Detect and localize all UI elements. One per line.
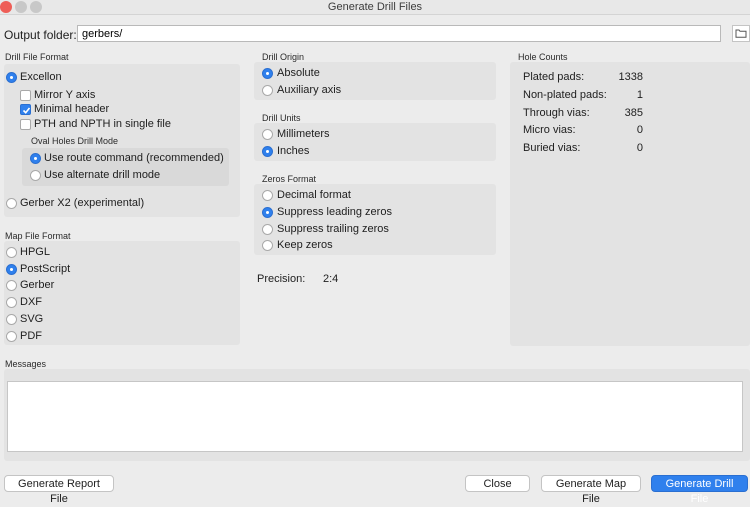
plated-pads-label: Plated pads: bbox=[523, 71, 585, 83]
oval-alt-label: Use alternate drill mode bbox=[44, 169, 161, 181]
non-plated-pads-value: 1 bbox=[636, 89, 643, 101]
zeros-leading-radio[interactable] bbox=[262, 207, 273, 218]
generate-map-button[interactable]: Generate Map File bbox=[541, 475, 641, 505]
micro-vias-label: Micro vias: bbox=[523, 124, 576, 136]
title-bar: Generate Drill Files bbox=[0, 0, 750, 15]
map-pdf-radio[interactable] bbox=[6, 331, 17, 342]
gerber-x2-label: Gerber X2 (experimental) bbox=[20, 197, 145, 209]
map-hpgl-label: HPGL bbox=[20, 246, 50, 258]
zeros-format-label: Zeros Format bbox=[262, 174, 317, 184]
map-file-format-label: Map File Format bbox=[5, 231, 71, 241]
excellon-label: Excellon bbox=[20, 71, 62, 83]
folder-icon bbox=[735, 29, 747, 38]
pth-npth-checkbox[interactable] bbox=[20, 119, 31, 130]
units-inches-radio[interactable] bbox=[262, 146, 273, 157]
zeros-keep-label: Keep zeros bbox=[277, 239, 333, 251]
output-folder-input[interactable] bbox=[77, 25, 721, 42]
zeros-trailing-label: Suppress trailing zeros bbox=[277, 223, 389, 235]
precision-label: Precision: bbox=[257, 273, 306, 285]
units-mm-radio[interactable] bbox=[262, 129, 273, 140]
checkmark-icon bbox=[22, 107, 31, 114]
zeros-keep-radio[interactable] bbox=[262, 240, 273, 251]
gerber-x2-radio[interactable] bbox=[6, 198, 17, 209]
hole-counts-label: Hole Counts bbox=[518, 52, 568, 62]
output-folder-label: Output folder: bbox=[4, 28, 77, 42]
origin-auxiliary-radio[interactable] bbox=[262, 85, 273, 96]
generate-drill-button[interactable]: Generate Drill File bbox=[651, 475, 748, 505]
map-svg-label: SVG bbox=[20, 313, 44, 325]
oval-route-radio[interactable] bbox=[30, 153, 41, 164]
zeros-trailing-radio[interactable] bbox=[262, 224, 273, 235]
micro-vias-value: 0 bbox=[636, 124, 643, 136]
messages-textarea[interactable] bbox=[7, 381, 743, 452]
browse-folder-button[interactable] bbox=[732, 25, 750, 42]
map-hpgl-radio[interactable] bbox=[6, 247, 17, 258]
oval-alt-radio[interactable] bbox=[30, 170, 41, 181]
hole-counts-panel bbox=[510, 62, 750, 346]
non-plated-pads-label: Non-plated pads: bbox=[523, 89, 607, 101]
mirror-y-label: Mirror Y axis bbox=[34, 89, 96, 101]
messages-label: Messages bbox=[5, 359, 47, 369]
oval-route-label: Use route command (recommended) bbox=[44, 152, 224, 164]
buried-vias-value: 0 bbox=[636, 142, 643, 154]
map-pdf-label: PDF bbox=[20, 330, 42, 342]
map-gerber-radio[interactable] bbox=[6, 280, 17, 291]
zeros-leading-label: Suppress leading zeros bbox=[277, 206, 392, 218]
map-dxf-label: DXF bbox=[20, 296, 42, 308]
precision-value: 2:4 bbox=[323, 273, 339, 285]
generate-report-button[interactable]: Generate Report File bbox=[4, 475, 114, 505]
map-postscript-label: PostScript bbox=[20, 263, 71, 275]
mirror-y-checkbox[interactable] bbox=[20, 90, 31, 101]
window-title: Generate Drill Files bbox=[327, 1, 423, 13]
map-gerber-label: Gerber bbox=[20, 279, 55, 291]
units-inches-label: Inches bbox=[277, 145, 310, 157]
minimal-header-checkbox[interactable] bbox=[20, 104, 31, 115]
origin-auxiliary-label: Auxiliary axis bbox=[277, 84, 342, 96]
oval-holes-label: Oval Holes Drill Mode bbox=[31, 136, 119, 146]
drill-units-label: Drill Units bbox=[262, 113, 301, 123]
drill-file-format-label: Drill File Format bbox=[5, 52, 69, 62]
map-postscript-radio[interactable] bbox=[6, 264, 17, 275]
zeros-decimal-label: Decimal format bbox=[277, 189, 351, 201]
map-dxf-radio[interactable] bbox=[6, 297, 17, 308]
close-button[interactable]: Close bbox=[465, 475, 530, 492]
units-mm-label: Millimeters bbox=[277, 128, 330, 140]
excellon-radio[interactable] bbox=[6, 72, 17, 83]
map-svg-radio[interactable] bbox=[6, 314, 17, 325]
through-vias-label: Through vias: bbox=[523, 107, 590, 119]
origin-absolute-radio[interactable] bbox=[262, 68, 273, 79]
minimal-header-label: Minimal header bbox=[34, 103, 110, 115]
origin-absolute-label: Absolute bbox=[277, 67, 320, 79]
plated-pads-value: 1338 bbox=[618, 71, 643, 83]
drill-origin-label: Drill Origin bbox=[262, 52, 305, 62]
zeros-decimal-radio[interactable] bbox=[262, 190, 273, 201]
buried-vias-label: Buried vias: bbox=[523, 142, 581, 154]
pth-npth-label: PTH and NPTH in single file bbox=[34, 118, 171, 130]
through-vias-value: 385 bbox=[624, 107, 643, 119]
